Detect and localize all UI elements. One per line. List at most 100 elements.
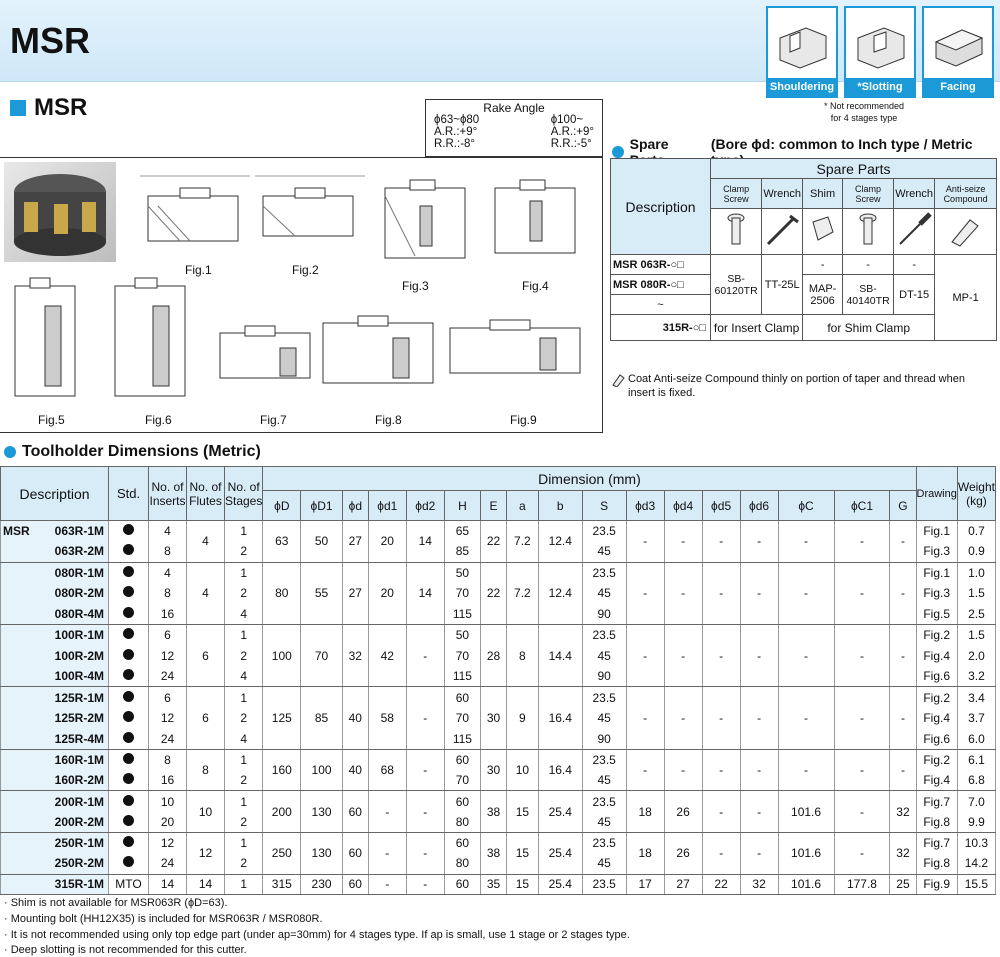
figures-panel: Fig.1 Fig.2 Fig.3 Fig.4 Fig.5 Fig.6 Fig.… xyxy=(0,157,603,433)
row-description: MSR 063R-1M xyxy=(0,520,109,542)
table-cell: 27 xyxy=(341,562,369,625)
table-cell: Fig.5 xyxy=(915,603,958,625)
sp-cell: - xyxy=(893,254,936,275)
table-cell: 50 xyxy=(300,520,343,563)
table-row: MSR 063R-1M 4 4 1 63 50 27 20 14 65 22 7.2 12.4 23.5- -… xyxy=(0,520,997,563)
row-code: 250R-2M xyxy=(54,856,104,871)
table-cell: 16 xyxy=(148,603,187,625)
table-cell: 12 xyxy=(148,707,187,729)
sp-cell: TT-25L xyxy=(761,254,804,315)
table-row: 125R-1M 6 6 1 125 85 40 58-60 30 9 16.4 23.5- - - - - - -… xyxy=(0,686,997,750)
table-cell: 1.0 xyxy=(956,562,997,583)
table-cell: 25.4 xyxy=(537,874,583,896)
table-cell: 58 xyxy=(367,686,407,750)
table-cell: 32 xyxy=(739,874,779,896)
table-cell: - xyxy=(739,562,779,625)
table-cell: 40 xyxy=(341,686,369,750)
table-cell: - xyxy=(405,686,445,750)
table-cell: 20 xyxy=(367,562,407,625)
table-cell: 12 xyxy=(148,832,187,854)
row-code: 063R-1M xyxy=(54,524,104,539)
fig-label: Fig.8 xyxy=(375,413,402,427)
table-cell: 8 xyxy=(505,624,539,688)
fig3-drawing xyxy=(384,179,466,259)
clamp-screw-icon xyxy=(709,208,763,255)
table-cell: 101.6 xyxy=(777,874,835,896)
table-cell: 60 xyxy=(443,874,482,896)
fig-label: Fig.3 xyxy=(402,279,429,293)
table-cell: 12.4 xyxy=(537,520,583,563)
table-cell: 8 xyxy=(148,749,187,771)
row-code: 160R-2M xyxy=(54,773,104,788)
sp-col-header: Clamp Screw xyxy=(709,178,763,209)
table-cell: - xyxy=(833,749,891,792)
table-cell: 16.4 xyxy=(537,686,583,750)
row-description: 080R-2M xyxy=(0,582,109,604)
table-cell: 60 xyxy=(341,874,369,896)
table-cell: 23.5 xyxy=(581,790,627,812)
table-cell: Fig.4 xyxy=(915,645,958,667)
row-code: 100R-4M xyxy=(54,669,104,684)
table-cell: 85 xyxy=(300,686,343,750)
fig5-drawing xyxy=(14,277,76,397)
th-stages-header: No. of Stages xyxy=(223,466,264,521)
table-cell: 26 xyxy=(663,832,703,875)
table-cell: 2 xyxy=(223,853,264,875)
rake-col-1: ϕ63~ϕ80 A.R.:+9° R.R.:-8° xyxy=(434,114,479,150)
table-cell: - xyxy=(625,520,665,563)
table-cell: 3.2 xyxy=(956,666,997,688)
table-cell: 16 xyxy=(148,770,187,792)
table-cell: - xyxy=(701,520,741,563)
table-cell: 45 xyxy=(581,770,627,792)
table-cell: - xyxy=(739,520,779,563)
th-dim-header: ϕC xyxy=(777,490,835,521)
table-cell: 6.8 xyxy=(956,770,997,792)
table-cell: - xyxy=(625,686,665,750)
table-cell: 8 xyxy=(148,582,187,604)
screwdriver-icon xyxy=(893,208,936,255)
standard-stock-icon xyxy=(123,606,134,618)
series-prefix: MSR xyxy=(3,524,30,539)
table-cell: 24 xyxy=(148,666,187,688)
th-std-header: Std. xyxy=(108,466,149,521)
th-inserts-header: No. of Inserts xyxy=(148,466,187,521)
table-cell: 14 xyxy=(405,562,445,625)
spare-parts-table: Description Spare Parts Clamp Screw Wren… xyxy=(610,158,997,341)
table-cell: 101.6 xyxy=(777,790,835,833)
table-cell: Fig.8 xyxy=(915,811,958,833)
standard-stock-icon xyxy=(123,565,134,577)
table-cell: 10 xyxy=(186,790,225,833)
table-cell: 0.9 xyxy=(956,541,997,563)
table-cell: 2.5 xyxy=(956,603,997,625)
table-cell: 12 xyxy=(186,832,225,875)
table-cell: 1 xyxy=(223,790,264,812)
table-cell: Fig.2 xyxy=(915,686,958,708)
std-cell xyxy=(108,770,149,792)
row-description: 200R-1M xyxy=(0,790,109,812)
table-cell: - xyxy=(833,790,891,833)
fig-label: Fig.9 xyxy=(510,413,537,427)
sp-col-header: Clamp Screw xyxy=(841,178,895,209)
table-cell: 80 xyxy=(262,562,302,625)
rake-angle-title: Rake Angle xyxy=(483,101,545,115)
table-cell: - xyxy=(889,562,917,625)
table-cell: Fig.7 xyxy=(915,790,958,812)
table-cell: 177.8 xyxy=(833,874,891,896)
table-cell: 90 xyxy=(581,728,627,750)
table-cell: - xyxy=(625,562,665,625)
th-dim-header: ϕC1 xyxy=(833,490,891,521)
product-photo xyxy=(4,162,116,262)
table-cell: 4 xyxy=(148,562,187,583)
table-row: 080R-1M 4 4 1 80 55 27 20 14 50 22 7.2 12.4 23.5- - - - -… xyxy=(0,562,997,625)
table-cell: Fig.3 xyxy=(915,582,958,604)
row-code: 080R-1M xyxy=(54,565,104,580)
fig1-drawing xyxy=(140,175,250,242)
table-cell: 70 xyxy=(443,582,482,604)
fig-label: Fig.7 xyxy=(260,413,287,427)
sp-row-desc: 315R-○□ xyxy=(610,314,711,341)
table-cell: 14.2 xyxy=(956,853,997,875)
table-cell: MTO xyxy=(108,874,149,896)
row-description: 080R-4M xyxy=(0,603,109,625)
table-cell: - xyxy=(663,520,703,563)
standard-stock-icon xyxy=(123,524,134,536)
